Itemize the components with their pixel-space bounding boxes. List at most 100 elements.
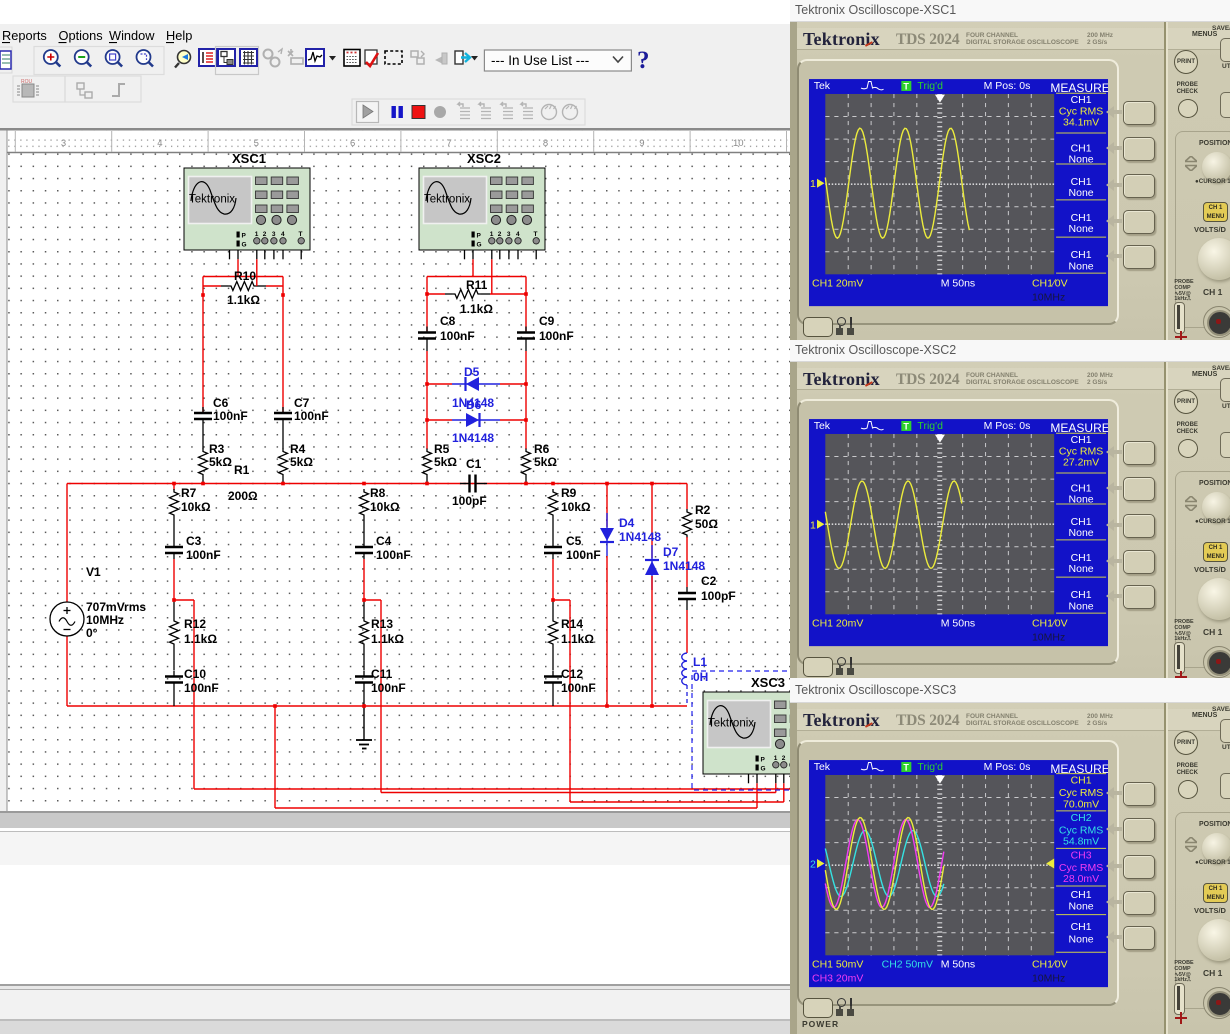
svg-text:CH1: CH1 — [1070, 552, 1091, 564]
svg-text:P: P — [242, 233, 247, 240]
svg-text:M Pos: 0s: M Pos: 0s — [983, 761, 1030, 773]
svg-text:R10: R10 — [234, 269, 256, 283]
svg-text:R3: R3 — [209, 442, 225, 456]
svg-text:CH1: CH1 — [1070, 95, 1091, 107]
svg-text:Trig'd: Trig'd — [917, 80, 943, 92]
svg-text:CH1: CH1 — [1070, 250, 1091, 262]
svg-text:C3: C3 — [186, 534, 202, 548]
svg-text:D4: D4 — [619, 516, 635, 530]
svg-text:C2: C2 — [701, 574, 717, 588]
svg-text:100nF: 100nF — [376, 548, 411, 562]
svg-text:1: 1 — [774, 755, 778, 762]
svg-text:None: None — [1068, 261, 1093, 273]
svg-text:XSC2: XSC2 — [467, 151, 501, 166]
svg-text:100nF: 100nF — [371, 681, 406, 695]
svg-text:707mVrms: 707mVrms — [86, 600, 146, 614]
svg-text:R8: R8 — [370, 486, 386, 500]
svg-text:1: 1 — [490, 231, 494, 238]
svg-text:None: None — [1068, 901, 1093, 913]
svg-text:Trig'd: Trig'd — [917, 761, 943, 773]
svg-text:CH3 20mV: CH3 20mV — [812, 973, 863, 985]
svg-text:Reports: Reports — [2, 28, 47, 43]
svg-text:3: 3 — [272, 231, 276, 238]
svg-text:1N4148: 1N4148 — [663, 559, 705, 573]
svg-text:M Pos: 0s: M Pos: 0s — [983, 420, 1030, 432]
svg-text:10kΩ: 10kΩ — [561, 500, 591, 514]
svg-text:Cyc RMS: Cyc RMS — [1059, 787, 1103, 799]
svg-text:50Ω: 50Ω — [695, 517, 718, 531]
svg-text:None: None — [1068, 934, 1093, 946]
svg-text:100nF: 100nF — [186, 548, 221, 562]
svg-text:Tektronix: Tektronix — [189, 194, 235, 206]
svg-text:5: 5 — [254, 138, 259, 149]
svg-text:100nF: 100nF — [566, 548, 601, 562]
svg-text:1N4148: 1N4148 — [452, 431, 494, 445]
svg-text:10MHz: 10MHz — [1032, 292, 1065, 304]
svg-text:Cyc RMS: Cyc RMS — [1059, 862, 1103, 874]
svg-text:G: G — [761, 766, 766, 773]
svg-text:None: None — [1068, 528, 1093, 540]
svg-text:2: 2 — [782, 755, 786, 762]
svg-text:34.1mV: 34.1mV — [1063, 117, 1099, 129]
svg-text:CH1: CH1 — [1070, 435, 1091, 447]
svg-text:100nF: 100nF — [539, 329, 574, 343]
svg-text:XSC3: XSC3 — [751, 675, 785, 690]
svg-text:?: ? — [637, 47, 650, 74]
svg-text:Window: Window — [109, 28, 155, 43]
svg-text:100nF: 100nF — [213, 409, 248, 423]
svg-text:CH3: CH3 — [1070, 850, 1091, 862]
svg-text:100nF: 100nF — [294, 409, 329, 423]
svg-text:D7: D7 — [663, 545, 679, 559]
svg-text:V1: V1 — [86, 565, 101, 579]
svg-text:70.0mV: 70.0mV — [1063, 799, 1099, 811]
svg-text:4: 4 — [157, 138, 162, 149]
svg-text:G: G — [477, 242, 482, 249]
svg-text:CH1∕0V: CH1∕0V — [1032, 618, 1068, 630]
svg-text:Options: Options — [59, 28, 103, 43]
svg-text:Cyc RMS: Cyc RMS — [1059, 825, 1103, 837]
svg-text:C6: C6 — [213, 396, 229, 410]
svg-text:R4: R4 — [290, 442, 306, 456]
svg-text:10kΩ: 10kΩ — [181, 500, 211, 514]
svg-text:M 50ns: M 50ns — [940, 959, 974, 971]
svg-text:6: 6 — [350, 138, 355, 149]
svg-text:C12: C12 — [561, 667, 583, 681]
svg-text:1.1kΩ: 1.1kΩ — [227, 293, 260, 307]
svg-text:5kΩ: 5kΩ — [209, 455, 232, 469]
svg-text:Tek: Tek — [813, 761, 830, 773]
svg-text:R12: R12 — [184, 617, 206, 631]
svg-text:10MHz: 10MHz — [1032, 632, 1065, 644]
svg-text:T: T — [903, 763, 909, 773]
svg-text:M 50ns: M 50ns — [940, 278, 974, 290]
svg-text:C11: C11 — [371, 667, 393, 681]
svg-text:1: 1 — [810, 179, 816, 191]
svg-text:7: 7 — [446, 138, 451, 149]
svg-text:CH1 50mV: CH1 50mV — [812, 959, 863, 971]
svg-text:C10: C10 — [184, 667, 206, 681]
svg-text:Tektronix: Tektronix — [424, 194, 470, 206]
svg-text:100nF: 100nF — [440, 329, 475, 343]
svg-text:C9: C9 — [539, 314, 555, 328]
svg-text:CH1: CH1 — [1070, 590, 1091, 602]
svg-text:D6: D6 — [466, 398, 482, 412]
svg-text:G: G — [242, 242, 247, 249]
svg-text:ROU: ROU — [21, 79, 33, 85]
svg-text:3: 3 — [507, 231, 511, 238]
svg-text:CH2 50mV: CH2 50mV — [881, 959, 932, 971]
svg-text:2: 2 — [498, 231, 502, 238]
svg-text:C1: C1 — [466, 457, 482, 471]
svg-text:CH1: CH1 — [1070, 922, 1091, 934]
svg-text:P: P — [761, 757, 766, 764]
svg-text:R6: R6 — [534, 442, 550, 456]
svg-text:L1: L1 — [693, 655, 707, 669]
svg-text:P: P — [477, 233, 482, 240]
svg-text:3: 3 — [61, 138, 66, 149]
svg-text:None: None — [1068, 188, 1093, 200]
svg-text:R14: R14 — [561, 617, 583, 631]
svg-text:1.1kΩ: 1.1kΩ — [371, 632, 404, 646]
svg-text:R1: R1 — [234, 463, 250, 477]
svg-text:10MHz: 10MHz — [86, 613, 124, 627]
svg-text:10kΩ: 10kΩ — [370, 500, 400, 514]
svg-text:10MHz: 10MHz — [1032, 973, 1065, 985]
svg-text:200Ω: 200Ω — [228, 489, 258, 503]
